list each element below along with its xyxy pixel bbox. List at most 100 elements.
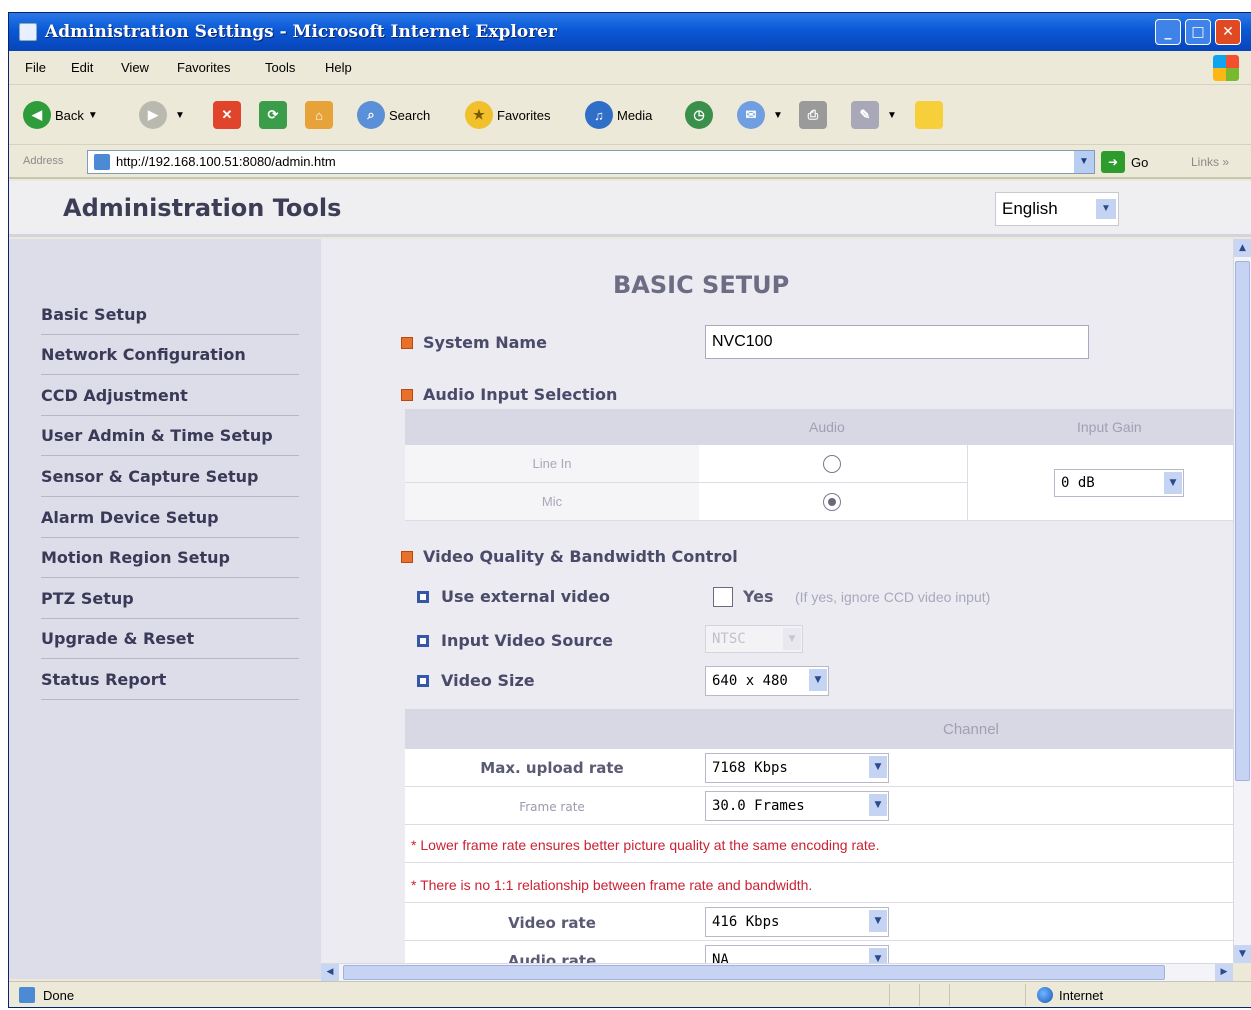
vertical-scroll-thumb[interactable] [1235, 261, 1250, 781]
edit-button[interactable]: ✎ ▼ [851, 99, 897, 131]
section-title: BASIC SETUP [613, 271, 790, 299]
video-size-row: Video Size [417, 671, 535, 690]
max-upload-select[interactable]: 7168 Kbps ▼ [705, 753, 889, 783]
video-size-select[interactable]: 640 x 480 ▼ [705, 666, 829, 696]
messenger-button[interactable] [915, 99, 947, 131]
sidebar-item-motion-region-setup[interactable]: Motion Region Setup [41, 538, 299, 578]
minimize-button[interactable]: _ [1155, 19, 1181, 45]
edit-dropdown-icon[interactable]: ▼ [887, 110, 897, 121]
use-external-video-checkbox[interactable] [713, 587, 733, 607]
search-label: Search [389, 107, 431, 123]
sidebar-item-user-admin-time-setup[interactable]: User Admin & Time Setup [41, 416, 299, 456]
address-input[interactable]: http://192.168.100.51:8080/admin.htm ▼ [87, 150, 1095, 174]
channel-table-header: Channel [405, 709, 1233, 749]
sidebar-item-sensor-capture-setup[interactable]: Sensor & Capture Setup [41, 457, 299, 497]
mic-radio-cell [699, 483, 967, 521]
sidebar-item-basic-setup[interactable]: Basic Setup [41, 295, 299, 335]
language-value: English [1002, 199, 1058, 218]
system-name-label: System Name [423, 333, 547, 352]
chevron-down-icon[interactable]: ▼ [1096, 199, 1116, 219]
video-quality-heading-text: Video Quality & Bandwidth Control [423, 547, 738, 566]
close-button[interactable]: ✕ [1215, 19, 1241, 45]
sidebar-item-status-report[interactable]: Status Report [41, 660, 299, 700]
sidebar-item-upgrade-reset[interactable]: Upgrade & Reset [41, 619, 299, 659]
menu-help[interactable]: Help [325, 60, 352, 75]
menu-favorites[interactable]: Favorites [177, 60, 230, 75]
sidebar-item-ccd-adjustment[interactable]: CCD Adjustment [41, 376, 299, 416]
frame-rate-label: Frame rate [519, 800, 585, 814]
status-divider [919, 984, 920, 1006]
scroll-up-icon[interactable]: ▲ [1234, 239, 1251, 257]
video-rate-select[interactable]: 416 Kbps ▼ [705, 907, 889, 937]
video-size-label: Video Size [441, 671, 535, 690]
sidebar-item-ptz-setup[interactable]: PTZ Setup [41, 579, 299, 619]
mail-button[interactable]: ✉ ▼ [737, 99, 783, 131]
internet-globe-icon [1037, 987, 1053, 1003]
print-button[interactable]: ⎙ [799, 99, 831, 131]
mail-dropdown-icon[interactable]: ▼ [773, 110, 783, 121]
use-external-video-row: Use external video [417, 587, 610, 606]
sidebar-item-network-configuration[interactable]: Network Configuration [41, 335, 299, 375]
audio-rate-label: Audio rate [507, 952, 597, 963]
forward-button[interactable]: ▶ ▼ [139, 99, 185, 131]
chevron-down-icon[interactable]: ▼ [869, 910, 887, 932]
status-bar: Done Internet [9, 981, 1251, 1007]
links-button[interactable]: Links » [1191, 155, 1229, 169]
back-dropdown-icon[interactable]: ▼ [88, 110, 98, 121]
menu-view[interactable]: View [121, 60, 149, 75]
title-bar: Administration Settings - Microsoft Inte… [9, 13, 1251, 51]
video-rate-value: 416 Kbps [712, 914, 780, 930]
audio-rate-select[interactable]: NA ▼ [705, 945, 889, 963]
media-label: Media [617, 107, 653, 123]
chevron-down-icon[interactable]: ▼ [869, 794, 887, 816]
menu-tools[interactable]: Tools [265, 60, 295, 75]
favorites-button[interactable]: ★ Favorites [465, 99, 550, 131]
refresh-button[interactable]: ⟳ [259, 99, 291, 131]
input-video-source-row: Input Video Source [417, 631, 613, 650]
line-in-radio[interactable] [823, 455, 841, 473]
print-icon: ⎙ [799, 101, 827, 129]
back-button[interactable]: ◀ Back ▼ [23, 99, 98, 131]
system-name-input[interactable]: NVC100 [705, 325, 1089, 359]
menu-file[interactable]: File [25, 60, 46, 75]
audio-table-header: Audio Input Gain [405, 409, 1233, 445]
chevron-down-icon[interactable]: ▼ [869, 948, 887, 963]
address-dropdown-icon[interactable]: ▼ [1074, 151, 1094, 173]
blue-bullet-icon [417, 634, 429, 647]
home-button[interactable]: ⌂ [305, 99, 337, 131]
chevron-down-icon: ▼ [783, 628, 801, 650]
audio-rate-value: NA [712, 952, 729, 963]
search-button[interactable]: ⌕ Search [357, 99, 430, 131]
horizontal-scrollbar[interactable]: ◀ ▶ [321, 963, 1233, 981]
video-size-value: 640 x 480 [712, 673, 788, 689]
video-quality-heading: Video Quality & Bandwidth Control [401, 547, 738, 566]
frame-rate-select[interactable]: 30.0 Frames ▼ [705, 791, 889, 821]
maximize-button[interactable]: □ [1185, 19, 1211, 45]
messenger-icon [915, 101, 943, 129]
scroll-left-icon[interactable]: ◀ [321, 964, 339, 981]
audio-input-heading-text: Audio Input Selection [423, 385, 618, 404]
scroll-down-icon[interactable]: ▼ [1234, 945, 1251, 963]
input-gain-select[interactable]: 0 dB ▼ [1054, 469, 1184, 497]
stop-button[interactable]: ✕ [213, 99, 245, 131]
horizontal-scroll-thumb[interactable] [343, 965, 1165, 980]
media-button[interactable]: ♫ Media [585, 99, 652, 131]
vertical-scrollbar[interactable]: ▲ ▼ [1233, 239, 1251, 963]
address-bar: Address http://192.168.100.51:8080/admin… [9, 145, 1251, 179]
history-button[interactable]: ◷ [685, 99, 717, 131]
go-button[interactable]: ➜ Go [1101, 150, 1148, 174]
address-url: http://192.168.100.51:8080/admin.htm [116, 154, 336, 169]
forward-dropdown-icon[interactable]: ▼ [175, 110, 185, 121]
history-icon: ◷ [685, 101, 713, 129]
mic-radio[interactable] [823, 493, 841, 511]
input-gain-cell: 0 dB ▼ [967, 445, 1233, 521]
chevron-down-icon[interactable]: ▼ [869, 756, 887, 778]
input-gain-value: 0 dB [1061, 475, 1095, 491]
chevron-down-icon[interactable]: ▼ [809, 669, 827, 691]
chevron-down-icon[interactable]: ▼ [1164, 472, 1182, 494]
frame-rate-note: * Lower frame rate ensures better pictur… [411, 837, 880, 853]
menu-edit[interactable]: Edit [71, 60, 93, 75]
sidebar-item-alarm-device-setup[interactable]: Alarm Device Setup [41, 498, 299, 538]
scroll-right-icon[interactable]: ▶ [1215, 964, 1233, 981]
language-select[interactable]: English ▼ [995, 192, 1119, 226]
